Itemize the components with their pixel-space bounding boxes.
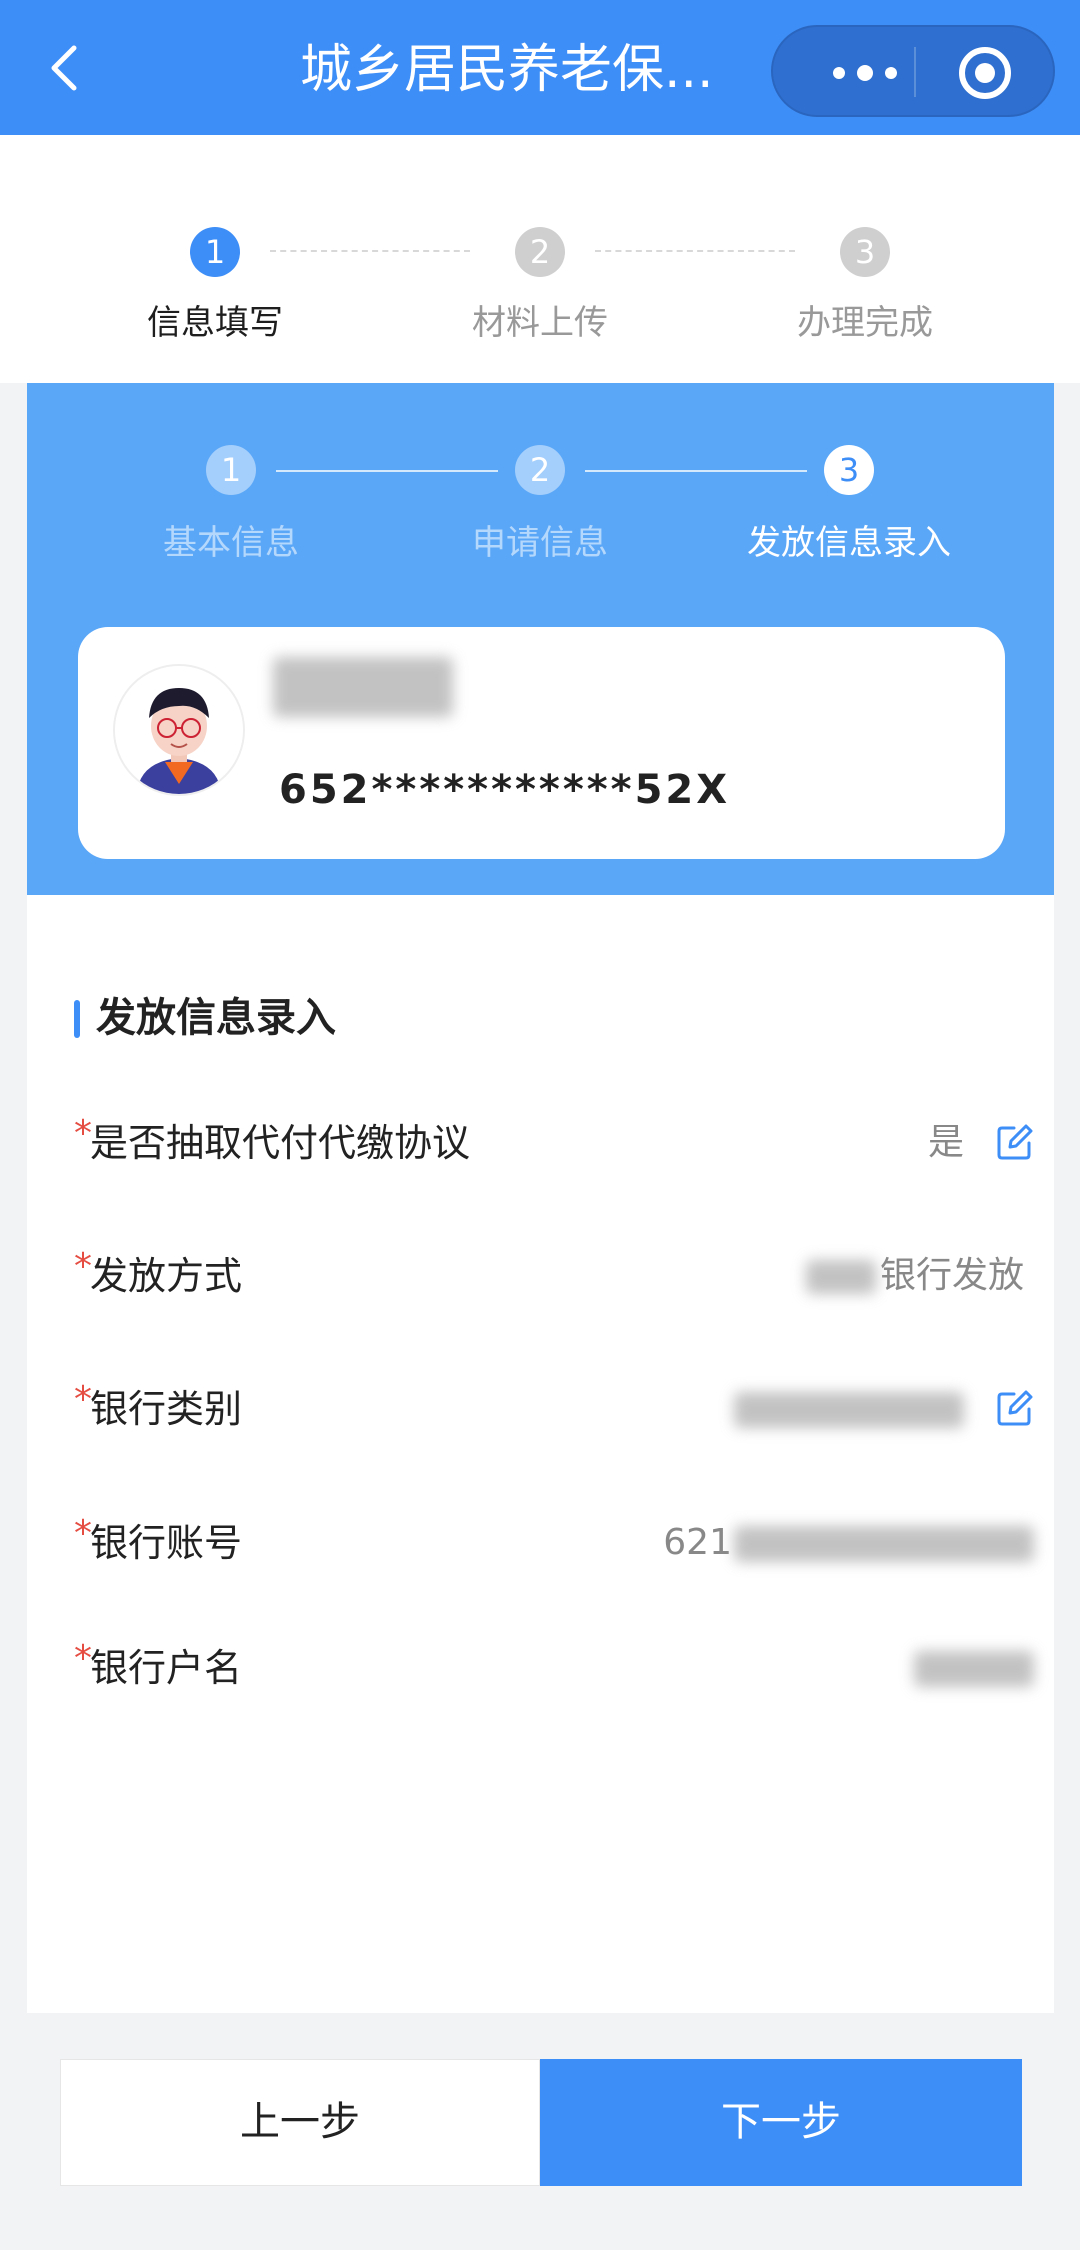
form-value: 是 xyxy=(927,1122,964,1163)
form-value xyxy=(734,1369,964,1449)
form-label: 发放方式 xyxy=(90,1254,243,1298)
progress-steps: 1 信息填写 2 材料上传 3 办理完成 xyxy=(0,135,1080,383)
miniprogram-capsule xyxy=(771,25,1055,117)
value-redacted xyxy=(805,1260,876,1294)
form-value xyxy=(914,1628,1034,1708)
form-label: 银行账号 xyxy=(90,1521,243,1565)
sub-step-label: 申请信息 xyxy=(472,523,608,563)
section-accent-bar xyxy=(74,1000,80,1038)
sub-step-number: 3 xyxy=(824,445,874,495)
step-number: 1 xyxy=(190,227,240,277)
step-number: 3 xyxy=(840,227,890,277)
sub-step-2: 2 申请信息 xyxy=(420,445,660,564)
sub-step-label: 发放信息录入 xyxy=(747,523,951,563)
form-row-bank-holder[interactable]: * 银行户名 xyxy=(74,1628,1034,1708)
page-title: 城乡居民养老保... xyxy=(300,40,714,100)
applicant-card: 652***********52X xyxy=(78,627,1005,859)
form-row-payment-method[interactable]: * 发放方式 银行发放 xyxy=(74,1236,1034,1316)
sub-step-label: 基本信息 xyxy=(163,523,299,563)
id-number: 652***********52X xyxy=(279,767,731,813)
sub-step-1: 1 基本信息 xyxy=(111,445,351,564)
content-card: 1 基本信息 2 申请信息 3 发放信息录入 652***********52X… xyxy=(27,383,1054,2013)
form-value: 银行发放 xyxy=(805,1236,1024,1316)
step-label: 办理完成 xyxy=(797,303,933,343)
sub-step-number: 1 xyxy=(206,445,256,495)
back-icon[interactable] xyxy=(38,38,98,98)
form-value-text: 621 xyxy=(663,1522,732,1563)
sub-step-panel: 1 基本信息 2 申请信息 3 发放信息录入 652***********52X xyxy=(27,383,1054,895)
edit-icon[interactable] xyxy=(994,1123,1034,1163)
edit-icon[interactable] xyxy=(994,1389,1034,1429)
form-row-bank-type[interactable]: * 银行类别 xyxy=(74,1369,1034,1449)
form-label: 是否抽取代付代缴协议 xyxy=(90,1121,471,1165)
step-label: 信息填写 xyxy=(147,303,283,343)
next-step-button[interactable]: 下一步 xyxy=(540,2059,1022,2186)
more-icon[interactable] xyxy=(815,51,915,95)
form-row-bank-account[interactable]: * 银行账号 621 xyxy=(74,1503,1034,1583)
form-label: 银行类别 xyxy=(90,1387,243,1431)
value-redacted xyxy=(734,1526,1034,1562)
value-redacted xyxy=(734,1392,964,1428)
form-row-agreement[interactable]: * 是否抽取代付代缴协议 是 xyxy=(74,1103,1034,1183)
sub-step-number: 2 xyxy=(515,445,565,495)
section-title: 发放信息录入 xyxy=(96,995,336,1041)
close-miniprogram-icon[interactable] xyxy=(959,47,1011,99)
value-redacted xyxy=(914,1651,1034,1687)
capsule-divider xyxy=(914,47,916,97)
step-number: 2 xyxy=(515,227,565,277)
form-label: 银行户名 xyxy=(90,1646,243,1690)
progress-step-3: 3 办理完成 xyxy=(745,227,985,377)
form-value-text: 银行发放 xyxy=(879,1255,1024,1296)
sub-step-3: 3 发放信息录入 xyxy=(729,445,969,564)
avatar xyxy=(113,664,245,796)
prev-step-button[interactable]: 上一步 xyxy=(60,2059,540,2186)
nav-bar: 城乡居民养老保... xyxy=(0,0,1080,135)
step-label: 材料上传 xyxy=(472,303,608,343)
form-value: 621 xyxy=(663,1503,1034,1583)
applicant-name-redacted xyxy=(273,657,453,717)
